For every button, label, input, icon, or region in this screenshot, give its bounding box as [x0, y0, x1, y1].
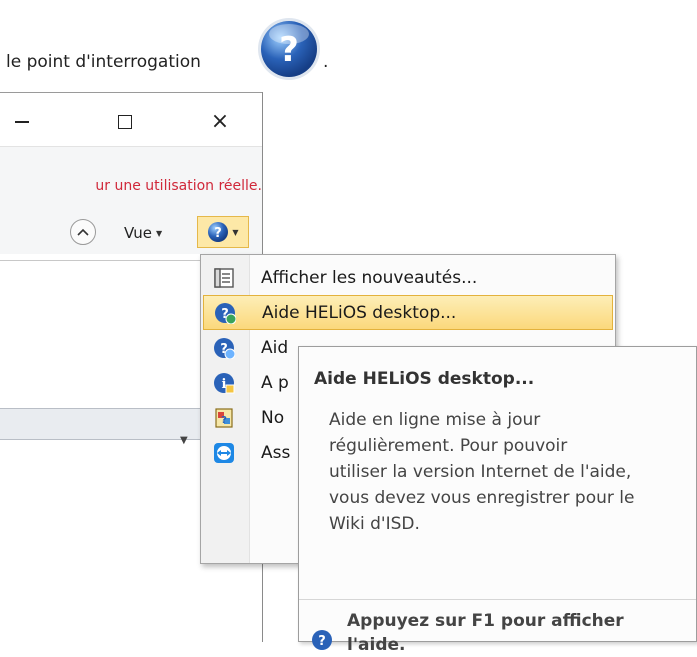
notes-icon: ?	[215, 407, 233, 428]
collapse-ribbon-button[interactable]	[70, 219, 96, 245]
menu-item-label: Afficher les nouveautés...	[261, 267, 478, 288]
tooltip-body-line: Aide en ligne mise à jour	[329, 410, 541, 430]
help-question-icon: ?	[258, 18, 320, 80]
ribbon: ur une utilisation réelle. Vue ▼ ? ▼	[0, 146, 262, 255]
menu-item-label: No	[261, 407, 285, 428]
svg-text:?: ?	[221, 415, 227, 426]
tooltip-body-line: régulièrement. Pour pouvoir	[329, 436, 568, 456]
help-question-icon: ?	[208, 222, 229, 242]
help-question-icon: ?	[312, 630, 332, 650]
menu-item-label: Ass	[261, 442, 291, 463]
tooltip-footer: ? Appuyez sur F1 pour afficher l'aide.	[311, 609, 624, 657]
tooltip-body: Aide en ligne mise à jour régulièrement.…	[329, 407, 697, 537]
help-globe-icon: ?	[215, 302, 236, 324]
close-icon: ×	[210, 109, 230, 134]
tooltip-body-line: utiliser la version Internet de l'aide,	[329, 462, 632, 482]
dropdown-arrow-icon: ▼	[232, 227, 239, 237]
view-menu-label: Vue	[124, 224, 152, 242]
svg-text:?: ?	[215, 226, 223, 241]
title-bar: ×	[0, 92, 262, 147]
info-icon: i	[214, 372, 235, 393]
subpanel-header	[0, 408, 200, 440]
warning-message: ur une utilisation réelle.	[95, 178, 262, 194]
dropdown-arrow-icon[interactable]: ▼	[180, 435, 188, 446]
maximize-icon	[118, 115, 132, 129]
menu-item-label: Aide HELiOS desktop...	[262, 302, 457, 323]
teamviewer-icon	[214, 442, 234, 463]
instruction-line: le point d'interrogation ? .	[0, 0, 697, 92]
tooltip-body-line: Wiki d'ISD.	[329, 514, 420, 534]
tooltip-body-line: vous devez vous enregistrer pour le	[329, 488, 635, 508]
help-menu-button[interactable]: ? ▼	[197, 216, 249, 248]
minimize-button[interactable]	[2, 107, 42, 137]
svg-text:?: ?	[279, 30, 299, 70]
menu-item-label: Aid	[261, 337, 289, 358]
close-button[interactable]: ×	[200, 107, 240, 137]
tooltip-footer-line: Appuyez sur F1 pour afficher	[347, 611, 624, 631]
chevron-up-icon	[77, 228, 89, 236]
help-globe-icon: ?	[214, 337, 235, 359]
dropdown-arrow-icon: ▼	[155, 228, 163, 238]
tooltip-divider	[299, 599, 696, 600]
menu-item-helios-help[interactable]: ? Aide HELiOS desktop...	[203, 295, 613, 330]
tooltip: Aide HELiOS desktop... Aide en ligne mis…	[298, 346, 697, 655]
tooltip-title: Aide HELiOS desktop...	[314, 369, 535, 389]
instruction-period: .	[323, 52, 329, 72]
tooltip-footer-text: Appuyez sur F1 pour afficher l'aide.	[347, 609, 624, 657]
divider	[0, 260, 200, 261]
instruction-text: le point d'interrogation	[6, 52, 201, 72]
maximize-button[interactable]	[105, 107, 145, 137]
menu-item-label: A p	[261, 372, 289, 393]
minimize-icon	[15, 121, 29, 123]
list-document-icon	[214, 267, 234, 288]
view-menu-button[interactable]: Vue ▼	[124, 222, 162, 244]
menu-item-whats-new[interactable]: Afficher les nouveautés...	[203, 260, 613, 295]
tooltip-footer-line: l'aide.	[347, 635, 406, 655]
